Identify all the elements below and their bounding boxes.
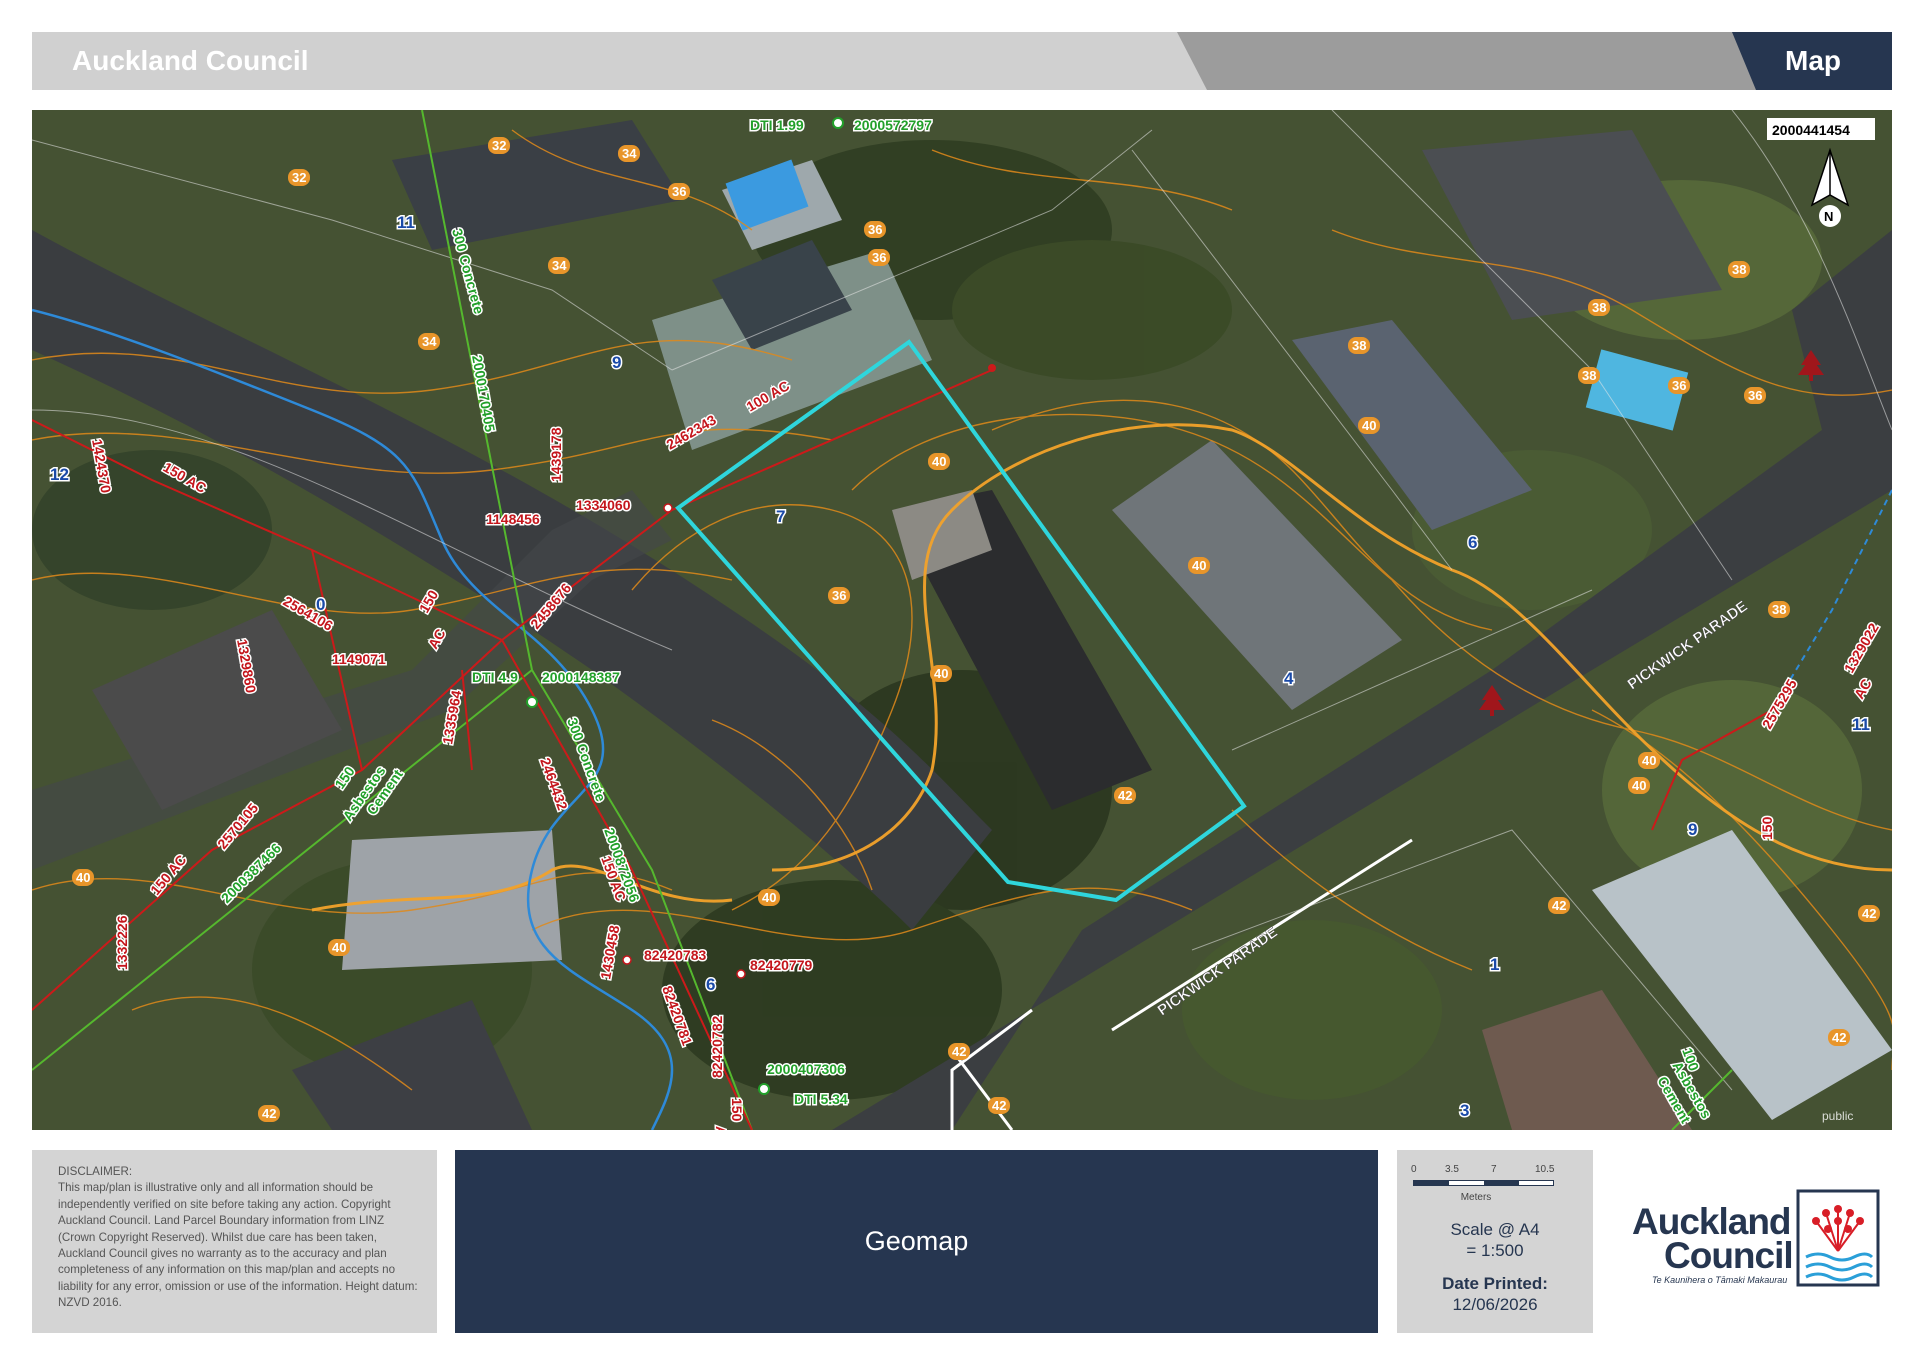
contour-value: 40 bbox=[934, 666, 948, 681]
auckland-council-logo: Auckland Council Te Kaunihera o Tāmaki M… bbox=[1628, 1185, 1886, 1295]
contour-value: 34 bbox=[552, 258, 567, 273]
wastewater-label: 1332226 bbox=[114, 915, 130, 970]
geomap-panel: Geomap bbox=[455, 1150, 1378, 1333]
wastewater-label: AC bbox=[713, 1126, 729, 1130]
contour-value: 42 bbox=[1832, 1030, 1846, 1045]
contour-value: 36 bbox=[868, 222, 882, 237]
scale-bar bbox=[1413, 1180, 1554, 1186]
scale-tick-3: 10.5 bbox=[1535, 1164, 1555, 1175]
contour-value: 38 bbox=[1592, 300, 1606, 315]
house-number: 6 bbox=[706, 975, 715, 994]
wastewater-label: 82420779 bbox=[750, 957, 813, 973]
geomap-label: Geomap bbox=[864, 1226, 969, 1256]
north-label: N bbox=[1824, 209, 1833, 224]
contour-value: 36 bbox=[672, 184, 686, 199]
contour-value: 42 bbox=[952, 1044, 966, 1059]
aerial-map[interactable]: PICKWICK PARADE PICKWICK PARADE 11 9 7 12 6 4… bbox=[32, 110, 1892, 1130]
scale-ticks: 0 3.5 7 10.5 bbox=[1411, 1164, 1581, 1178]
disclaimer-title: DISCLAIMER: bbox=[58, 1165, 133, 1178]
contour-value: 36 bbox=[1748, 388, 1762, 403]
header-map-label: Map bbox=[1785, 45, 1841, 76]
contour-value: 40 bbox=[1642, 753, 1656, 768]
pohutukawa-emblem-icon bbox=[1796, 1189, 1880, 1287]
contour-value: 42 bbox=[1552, 898, 1566, 913]
contour-value: 38 bbox=[1772, 602, 1786, 617]
scale-tick-2: 7 bbox=[1491, 1164, 1497, 1175]
scale-panel: 0 3.5 7 10.5 Meters Scale @ A4 = 1:500 D… bbox=[1397, 1150, 1593, 1333]
contour-value: 36 bbox=[832, 588, 846, 603]
house-number: 6 bbox=[1468, 533, 1477, 552]
date-label: Date Printed: bbox=[1442, 1274, 1548, 1293]
contour-value: 38 bbox=[1582, 368, 1596, 383]
scale-tick-0: 0 bbox=[1411, 1164, 1417, 1175]
contour-value: 40 bbox=[76, 870, 90, 885]
scale-label: Scale @ A4 bbox=[1450, 1220, 1540, 1239]
wastewater-label: 1148456 bbox=[486, 511, 540, 527]
house-number: 11 bbox=[1852, 715, 1870, 734]
disclaimer-panel: DISCLAIMER: This map/plan is illustrative… bbox=[32, 1150, 437, 1333]
wastewater-label: 1149071 bbox=[332, 651, 386, 667]
map-corner-label: 2000441454 bbox=[1772, 122, 1850, 138]
stormwater-label: DTI 1.99 bbox=[750, 117, 804, 133]
contour-value: 36 bbox=[872, 250, 886, 265]
disclaimer-body: This map/plan is illustrative only and a… bbox=[58, 1181, 418, 1310]
stormwater-label: DTI 5.34 bbox=[794, 1091, 848, 1107]
contour-value: 40 bbox=[1362, 418, 1376, 433]
stormwater-label: 2000148387 bbox=[542, 669, 620, 685]
logo-line2: Council bbox=[1664, 1235, 1794, 1276]
stormwater-label: 2000407306 bbox=[767, 1061, 845, 1077]
scale-tick-1: 3.5 bbox=[1445, 1164, 1459, 1175]
house-number: 4 bbox=[1284, 669, 1294, 688]
stormwater-label: 2000572797 bbox=[854, 117, 932, 133]
contour-value: 38 bbox=[1732, 262, 1746, 277]
wastewater-label: 82420782 bbox=[709, 1015, 725, 1078]
contour-value: 40 bbox=[332, 940, 346, 955]
contour-value: 42 bbox=[992, 1098, 1006, 1113]
contour-value: 40 bbox=[1192, 558, 1206, 573]
contour-value: 40 bbox=[1632, 778, 1646, 793]
map-watermark: public bbox=[1822, 1109, 1853, 1123]
stormwater-label: DTI 4.9 bbox=[472, 669, 518, 685]
contour-value: 34 bbox=[422, 334, 437, 349]
house-number: 9 bbox=[1688, 820, 1697, 839]
page-header: Auckland Council Map bbox=[32, 32, 1892, 90]
contour-value: 32 bbox=[292, 170, 306, 185]
house-number: 1 bbox=[1490, 955, 1499, 974]
house-number: 7 bbox=[776, 507, 785, 526]
contour-value: 42 bbox=[262, 1106, 276, 1121]
scale-units: Meters bbox=[1460, 1192, 1492, 1203]
date-value: 12/06/2026 bbox=[1452, 1295, 1538, 1314]
contour-value: 34 bbox=[622, 146, 637, 161]
wastewater-label: 150 bbox=[1759, 816, 1775, 840]
wastewater-label: 150 bbox=[729, 1098, 745, 1122]
header-title: Auckland Council bbox=[72, 45, 309, 76]
house-number: 12 bbox=[50, 465, 69, 484]
wastewater-label: 1334060 bbox=[576, 497, 631, 513]
contour-value: 40 bbox=[932, 454, 946, 469]
house-number: 9 bbox=[612, 353, 621, 372]
contour-value: 42 bbox=[1118, 788, 1132, 803]
house-number: 11 bbox=[397, 213, 415, 232]
contour-value: 36 bbox=[1672, 378, 1686, 393]
wastewater-label: 82420783 bbox=[644, 947, 707, 963]
logo-tagline: Te Kaunihera o Tāmaki Makaurau bbox=[1652, 1275, 1788, 1285]
scale-value: = 1:500 bbox=[1466, 1241, 1524, 1260]
contour-value: 32 bbox=[492, 138, 506, 153]
disclaimer-text: DISCLAIMER: This map/plan is illustrative… bbox=[32, 1150, 437, 1312]
contour-value: 40 bbox=[762, 890, 776, 905]
house-number: 3 bbox=[1460, 1101, 1469, 1120]
contour-value: 42 bbox=[1862, 906, 1876, 921]
contour-value: 38 bbox=[1352, 338, 1366, 353]
wastewater-label: 1439178 bbox=[548, 427, 564, 482]
